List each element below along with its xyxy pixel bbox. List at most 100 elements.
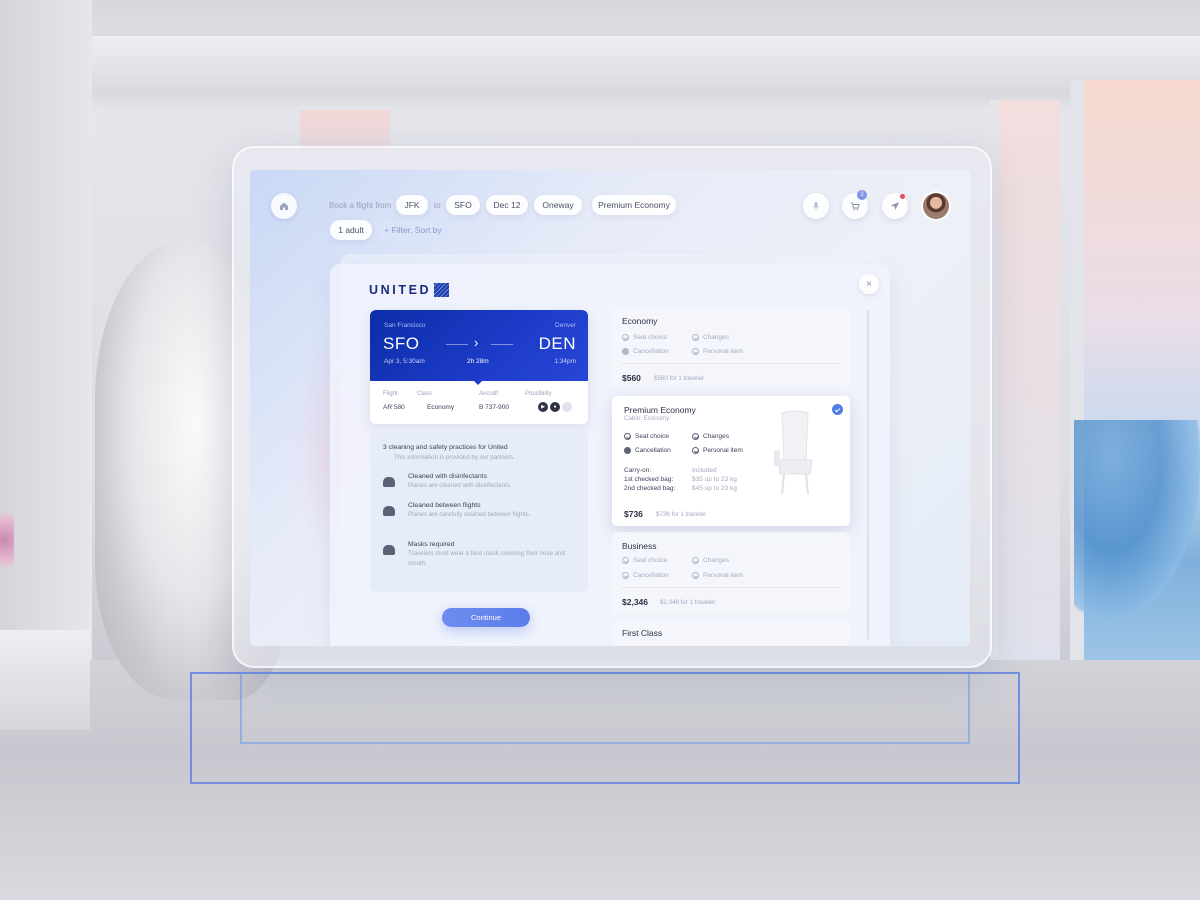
fare-feature: Personal item [692, 572, 743, 579]
fare-feature: Personal item [692, 348, 743, 355]
notification-dot [900, 194, 905, 199]
fare-feature: Changes [692, 557, 729, 564]
room-sea-view [1074, 420, 1200, 620]
play-icon: ▶ [538, 402, 548, 412]
fare-feature: Changes [692, 334, 729, 341]
send-button[interactable] [882, 193, 908, 219]
check-icon [692, 433, 699, 440]
fare-feature: Seat choice [622, 334, 667, 341]
to-label: to [434, 201, 441, 210]
airline-logo-mark [434, 283, 450, 297]
home-button[interactable] [271, 193, 297, 219]
airline-logo-text: UNITED [369, 283, 432, 297]
seat-image [774, 410, 813, 495]
dollar-icon [624, 447, 631, 454]
aircraft-label: Aircraft [479, 391, 499, 397]
fare-feature: Seat choice [622, 557, 667, 564]
fare-name: Business [622, 541, 657, 551]
mic-button[interactable] [803, 193, 829, 219]
fare-price: $560 [622, 373, 641, 383]
room-left-wall [0, 0, 92, 720]
safety-practices-card: 3 cleaning and safety practices for Unit… [370, 432, 588, 592]
safety-item-desc: Planes are cleaned with disinfectants. [408, 482, 512, 489]
destination-city: Denver [555, 322, 576, 329]
avatar[interactable] [923, 193, 949, 219]
fare-feature: Seat choice [624, 433, 669, 440]
room-window-mid [990, 100, 1060, 660]
bag-label: 2nd checked bag: [624, 485, 676, 492]
close-button[interactable]: × [859, 274, 879, 294]
fare-price: $2,346 [622, 597, 648, 607]
selected-check-icon [832, 404, 843, 415]
flight-duration: 2h 28m [467, 358, 489, 365]
arrival-time: 1:34pm [554, 358, 576, 365]
app-screen: Book a flight from JFK to SFO Dec 12 One… [250, 170, 970, 646]
flight-ticket[interactable]: San Francisco Denver SFO DEN › Apr 3, 5:… [370, 310, 588, 424]
power-icon: ● [550, 402, 560, 412]
destination-code: DEN [538, 334, 576, 353]
trip-type-chip[interactable]: Oneway [534, 195, 582, 215]
safety-subtitle: This information is provided by our part… [394, 454, 515, 461]
bag-value: Included [692, 467, 717, 474]
fare-list-scrollbar[interactable] [867, 310, 869, 640]
fare-name: Economy [622, 316, 658, 326]
room-window [300, 110, 390, 150]
date-chip[interactable]: Dec 12 [486, 195, 528, 215]
fare-card-economy[interactable]: Economy Seat choice Changes Cancellation… [612, 307, 850, 390]
fare-price-note: $736 for 1 traveler [656, 511, 707, 518]
fare-card-business[interactable]: Business Seat choice Changes Cancellatio… [612, 532, 850, 614]
airline-logo: UNITED [369, 283, 450, 297]
ticket-notch [473, 380, 483, 385]
safety-item-desc: Travelers must wear a face mask covering… [408, 550, 565, 567]
filter-sort-chip[interactable]: + Filter, Sort by [377, 220, 449, 240]
safety-item-desc: Planes are carefully cleaned between fli… [408, 511, 531, 518]
fare-feature: Changes [692, 433, 729, 440]
safety-title: 3 cleaning and safety practices for Unit… [383, 444, 508, 451]
cabin-chip[interactable]: Premium Economy [592, 195, 676, 215]
fare-name: Premium Economy [624, 405, 696, 415]
close-icon: × [866, 278, 872, 290]
check-icon [624, 433, 631, 440]
fare-price: $736 [624, 509, 643, 519]
to-chip[interactable]: SFO [446, 195, 480, 215]
origin-code: SFO [383, 334, 420, 353]
cleaning-icon [383, 506, 395, 516]
bag-value: $45 up to 23 kg [692, 485, 737, 492]
class-value: Economy [427, 404, 455, 411]
mic-icon [813, 202, 819, 210]
fare-price-note: $2,346 for 1 traveler [660, 599, 716, 606]
arrow-right-icon: › [474, 335, 479, 350]
cart-icon [851, 202, 860, 211]
fare-feature: Cancellation [622, 572, 669, 579]
fare-divider [622, 363, 840, 364]
check-icon [622, 557, 629, 564]
flight-label: Flight [383, 391, 398, 397]
book-label: Book a flight from [329, 201, 392, 210]
passengers-chip[interactable]: 1 adult [330, 220, 372, 240]
mask-icon [383, 545, 395, 555]
send-icon [891, 202, 899, 210]
fare-card-first-class[interactable]: First Class [612, 620, 850, 646]
flight-number: AR 580 [383, 404, 405, 411]
route-line [446, 344, 468, 345]
check-icon [622, 572, 629, 579]
from-chip[interactable]: JFK [396, 195, 428, 215]
fare-feature: Cancellation [624, 447, 671, 454]
check-icon [622, 334, 629, 341]
safety-item-title: Cleaned between flights [408, 502, 481, 509]
cart-button[interactable]: 2 [842, 190, 868, 219]
bag-label: 1st checked bag: [624, 476, 674, 483]
route-line [491, 344, 513, 345]
check-icon [692, 572, 699, 579]
continue-button[interactable]: Continue [442, 608, 530, 627]
wifi-icon [562, 402, 572, 412]
fare-divider [622, 587, 840, 588]
home-icon [280, 202, 288, 210]
check-icon [692, 334, 699, 341]
glass-pedestal-inner [240, 672, 970, 744]
fare-card-premium-economy[interactable]: Premium Economy Cabin: Economy Seat choi… [612, 396, 850, 526]
blossom-plant [0, 500, 14, 580]
cart-count-badge: 2 [857, 190, 867, 200]
room-bench [0, 630, 90, 730]
possibility-label: Possibility [525, 391, 552, 397]
